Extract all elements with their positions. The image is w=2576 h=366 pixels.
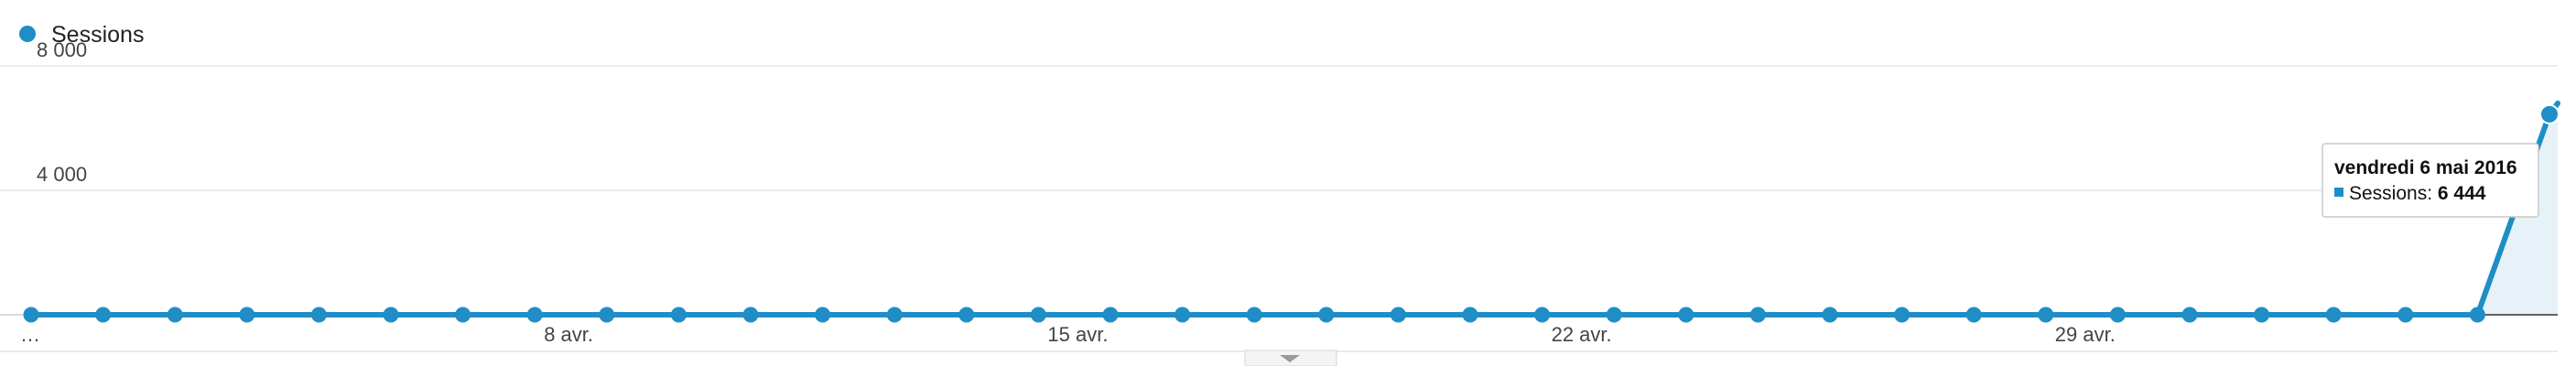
data-point[interactable] — [383, 307, 399, 323]
y-axis-ticks: 4 000 8 000 — [37, 38, 87, 186]
y-tick-label: 8 000 — [37, 38, 87, 61]
data-point[interactable] — [1318, 307, 1335, 323]
data-point[interactable] — [2254, 307, 2270, 323]
data-point[interactable] — [1246, 307, 1262, 323]
x-tick-label: … — [20, 323, 40, 346]
data-point[interactable] — [1462, 307, 1478, 323]
data-point[interactable] — [1030, 307, 1046, 323]
sessions-line-chart: Sessions 4 0008 000 … 8 avr. 15 avr. 22 avr… — [0, 22, 2560, 366]
data-point[interactable] — [1894, 307, 1910, 323]
x-tick-label: 8 avr. — [544, 323, 593, 346]
data-point[interactable] — [1965, 307, 1982, 323]
data-point[interactable] — [2325, 307, 2342, 323]
data-point[interactable] — [2038, 307, 2054, 323]
tooltip-value: 6 444 — [2438, 183, 2486, 204]
data-point[interactable] — [2181, 307, 2198, 323]
x-tick-label: 29 avr. — [2055, 323, 2116, 346]
x-tick-label: 15 avr. — [1047, 323, 1108, 346]
data-point[interactable] — [526, 307, 543, 323]
tooltip-series-swatch — [2334, 188, 2343, 197]
x-axis-ticks: … 8 avr. 15 avr. 22 avr. 29 avr. — [20, 323, 2116, 346]
data-point[interactable] — [670, 307, 687, 323]
data-point[interactable] — [2469, 307, 2485, 323]
chart-container: Sessions 4 000 8 000 … 8 avr. 15 avr. 22 avr… — [0, 0, 2576, 366]
data-point-highlighted[interactable] — [2539, 103, 2560, 124]
data-point[interactable] — [815, 307, 831, 323]
data-point[interactable] — [310, 307, 327, 323]
data-points — [23, 103, 2560, 323]
data-point[interactable] — [23, 307, 39, 323]
data-point[interactable] — [1534, 307, 1551, 323]
data-point[interactable] — [455, 307, 471, 323]
data-point[interactable] — [742, 307, 759, 323]
data-point[interactable] — [1174, 307, 1191, 323]
legend-marker-icon — [19, 26, 36, 42]
series-line — [28, 100, 2560, 318]
tooltip-box — [2322, 143, 2539, 218]
data-point[interactable] — [1102, 307, 1119, 323]
data-point[interactable] — [1678, 307, 1694, 323]
series-line-path — [28, 100, 2560, 318]
data-point[interactable] — [886, 307, 903, 323]
expand-handle[interactable] — [1244, 350, 1337, 366]
data-point[interactable] — [599, 307, 615, 323]
y-tick-label: 4 000 — [37, 163, 87, 186]
data-point[interactable] — [2109, 307, 2126, 323]
data-point[interactable] — [1606, 307, 1622, 323]
data-point[interactable] — [958, 307, 975, 323]
data-tooltip: vendredi 6 mai 2016 Sessions: 6 444 — [2322, 143, 2539, 218]
data-point[interactable] — [167, 307, 183, 323]
tooltip-date: vendredi 6 mai 2016 — [2334, 157, 2517, 178]
data-point[interactable] — [1749, 307, 1766, 323]
tooltip-text: Sessions: 6 444 — [2349, 183, 2486, 204]
tooltip-label: Sessions: — [2349, 183, 2432, 204]
data-point[interactable] — [1822, 307, 1838, 323]
data-point[interactable] — [95, 307, 112, 323]
data-point[interactable] — [1390, 307, 1406, 323]
data-point[interactable] — [239, 307, 255, 323]
data-point[interactable] — [2397, 307, 2414, 323]
grid-lines — [0, 65, 2558, 352]
x-tick-label: 22 avr. — [1552, 323, 1612, 346]
